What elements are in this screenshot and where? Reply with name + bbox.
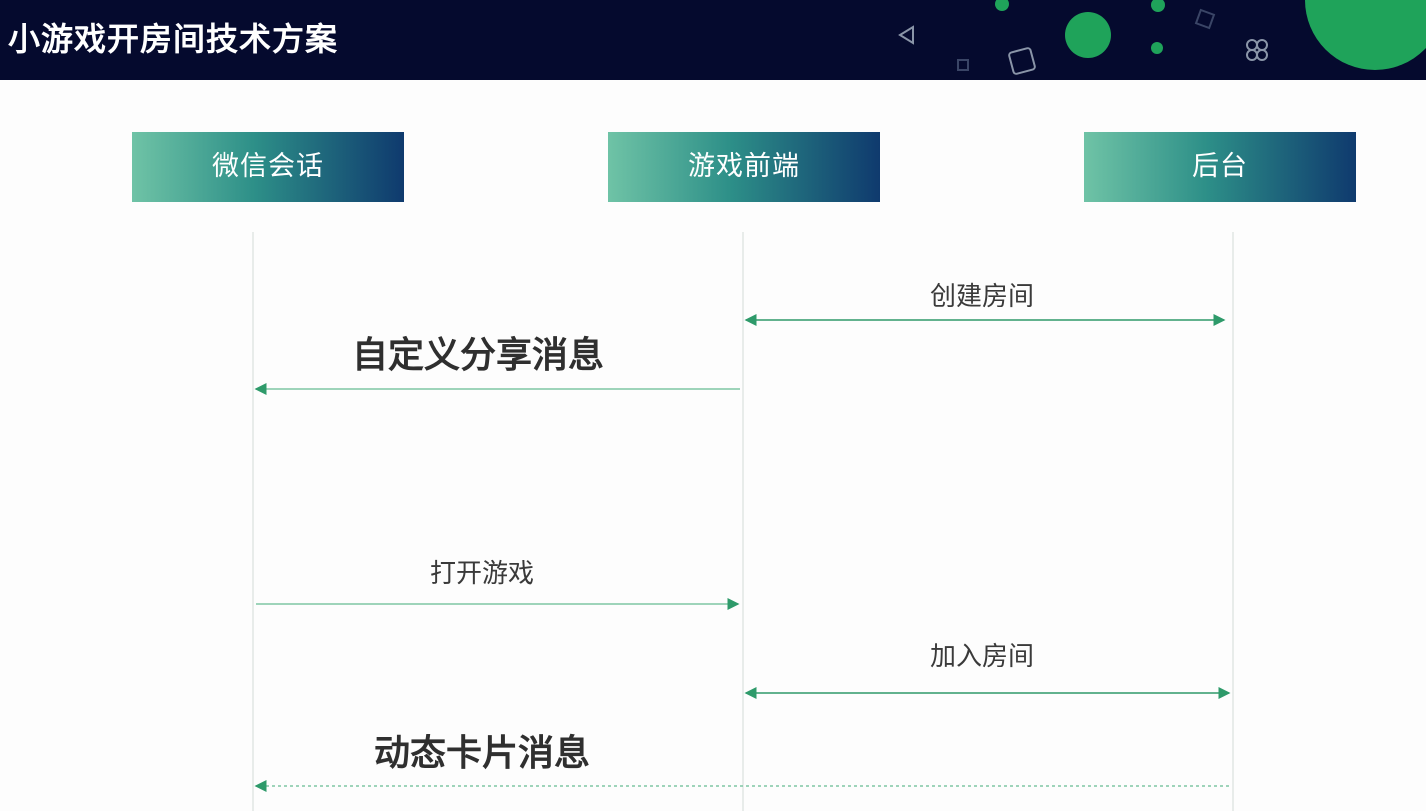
- label-join-room: 加入房间: [930, 642, 1035, 672]
- label-dynamic-card-message: 动态卡片消息: [374, 733, 591, 774]
- label-custom-share-message: 自定义分享消息: [352, 335, 605, 376]
- label-create-room: 创建房间: [930, 282, 1035, 312]
- label-open-game: 打开游戏: [430, 559, 535, 589]
- sequence-diagram: [252, 232, 1234, 811]
